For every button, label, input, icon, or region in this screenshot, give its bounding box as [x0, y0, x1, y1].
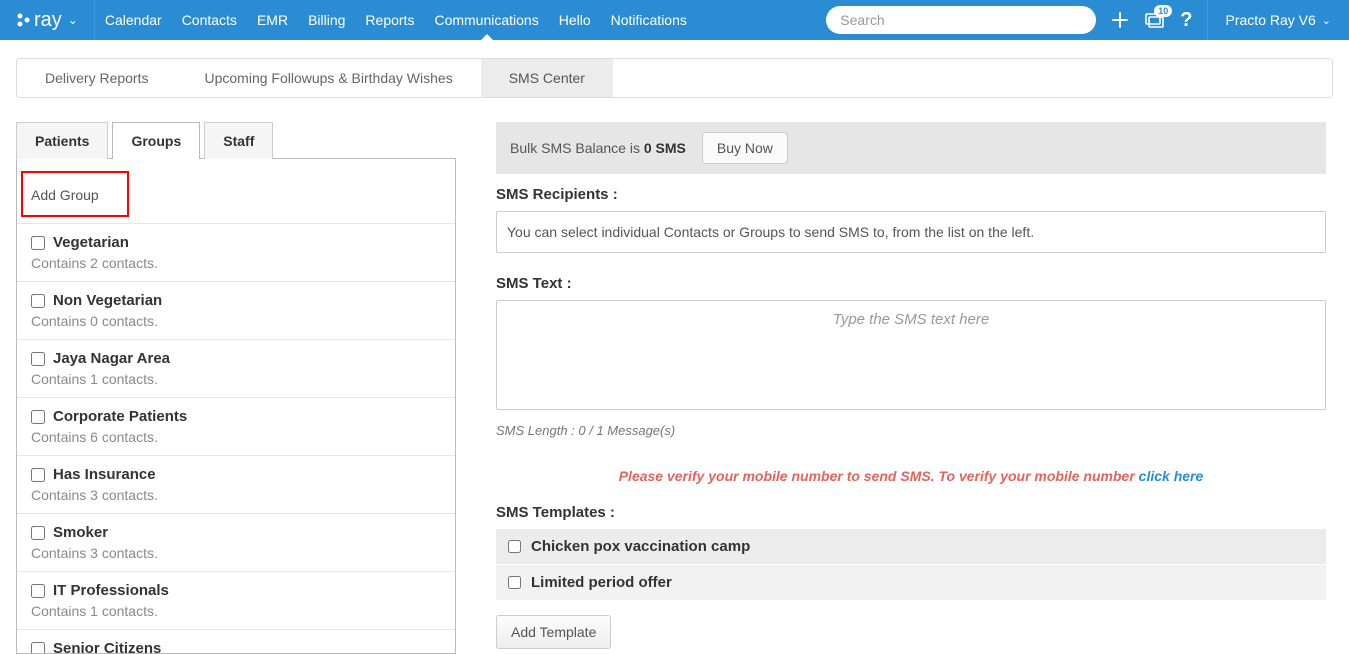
group-item[interactable]: Non Vegetarian Contains 0 contacts.: [17, 282, 455, 340]
top-nav: ray ⌄ CalendarContactsEMRBillingReportsC…: [0, 0, 1349, 40]
nav-links: CalendarContactsEMRBillingReportsCommuni…: [95, 0, 697, 40]
template-name: Limited period offer: [531, 574, 672, 591]
recipient-tab-staff[interactable]: Staff: [204, 122, 273, 159]
group-subtext: Contains 0 contacts.: [31, 313, 443, 329]
group-item[interactable]: Corporate Patients Contains 6 contacts.: [17, 398, 455, 456]
recipients-label: SMS Recipients :: [496, 186, 1326, 203]
template-name: Chicken pox vaccination camp: [531, 538, 750, 555]
template-checkbox[interactable]: [508, 540, 521, 553]
recipient-tab-groups[interactable]: Groups: [112, 122, 200, 159]
nav-link-contacts[interactable]: Contacts: [172, 0, 247, 40]
nav-link-reports[interactable]: Reports: [355, 0, 424, 40]
recipient-tab-patients[interactable]: Patients: [16, 122, 108, 159]
templates-label: SMS Templates :: [496, 504, 1326, 521]
group-name: Smoker: [53, 524, 108, 541]
template-item[interactable]: Chicken pox vaccination camp: [496, 529, 1326, 565]
group-item[interactable]: Jaya Nagar Area Contains 1 contacts.: [17, 340, 455, 398]
practice-name: Practo Ray V6: [1226, 12, 1316, 28]
add-group-label: Add Group: [31, 187, 99, 203]
verify-warning: Please verify your mobile number to send…: [496, 468, 1326, 484]
chevron-down-icon: ⌄: [1322, 14, 1331, 27]
subtabs: Delivery ReportsUpcoming Followups & Bir…: [16, 58, 1333, 98]
group-item[interactable]: Smoker Contains 3 contacts.: [17, 514, 455, 572]
group-checkbox[interactable]: [31, 468, 45, 482]
template-item[interactable]: Limited period offer: [496, 565, 1326, 601]
group-name: Has Insurance: [53, 466, 156, 483]
search-box[interactable]: [826, 6, 1096, 34]
recipient-panel: Add Group Vegetarian Contains 2 contacts.…: [16, 158, 456, 654]
group-checkbox[interactable]: [31, 526, 45, 540]
buy-now-button[interactable]: Buy Now: [702, 132, 788, 164]
balance-text: Bulk SMS Balance is 0 SMS: [510, 140, 686, 156]
group-checkbox[interactable]: [31, 642, 45, 654]
group-name: Vegetarian: [53, 234, 129, 251]
help-icon[interactable]: ?: [1180, 9, 1192, 32]
nav-link-billing[interactable]: Billing: [298, 0, 355, 40]
subtabs-container: Delivery ReportsUpcoming Followups & Bir…: [0, 40, 1349, 98]
main-content: PatientsGroupsStaff Add Group Vegetarian…: [0, 98, 1349, 654]
nav-link-communications[interactable]: Communications: [424, 0, 548, 40]
balance-value: 0 SMS: [644, 140, 686, 156]
brand-logo-icon: [16, 12, 30, 28]
chevron-down-icon: ⌄: [68, 13, 78, 27]
group-subtext: Contains 1 contacts.: [31, 603, 443, 619]
subtab-delivery-reports[interactable]: Delivery Reports: [17, 59, 176, 97]
nav-link-notifications[interactable]: Notifications: [601, 0, 697, 40]
practice-switcher[interactable]: Practo Ray V6 ⌄: [1207, 0, 1349, 40]
left-panel: PatientsGroupsStaff Add Group Vegetarian…: [16, 122, 456, 654]
sms-text-label: SMS Text :: [496, 275, 1326, 292]
group-item[interactable]: Has Insurance Contains 3 contacts.: [17, 456, 455, 514]
group-name: IT Professionals: [53, 582, 169, 599]
subtab-upcoming-followups-birthday-wishes[interactable]: Upcoming Followups & Birthday Wishes: [176, 59, 480, 97]
group-list[interactable]: Vegetarian Contains 2 contacts. Non Vegeta…: [17, 223, 455, 653]
group-item[interactable]: IT Professionals Contains 1 contacts.: [17, 572, 455, 630]
sms-text-input[interactable]: [496, 300, 1326, 410]
group-subtext: Contains 6 contacts.: [31, 429, 443, 445]
group-subtext: Contains 1 contacts.: [31, 371, 443, 387]
add-group-button[interactable]: Add Group: [21, 171, 129, 217]
group-name: Non Vegetarian: [53, 292, 162, 309]
balance-bar: Bulk SMS Balance is 0 SMS Buy Now: [496, 122, 1326, 174]
group-name: Jaya Nagar Area: [53, 350, 170, 367]
right-panel: Bulk SMS Balance is 0 SMS Buy Now SMS Re…: [496, 122, 1326, 654]
balance-prefix: Bulk SMS Balance is: [510, 140, 644, 156]
brand-switcher[interactable]: ray ⌄: [0, 0, 95, 40]
recipient-tabs: PatientsGroupsStaff: [16, 122, 456, 159]
sms-length-info: SMS Length : 0 / 1 Message(s): [496, 423, 1326, 438]
group-checkbox[interactable]: [31, 352, 45, 366]
group-checkbox[interactable]: [31, 584, 45, 598]
subtab-sms-center[interactable]: SMS Center: [481, 59, 613, 97]
brand-name: ray: [34, 9, 62, 32]
verify-link[interactable]: click here: [1139, 468, 1204, 484]
group-checkbox[interactable]: [31, 236, 45, 250]
group-checkbox[interactable]: [31, 410, 45, 424]
nav-link-hello[interactable]: Hello: [549, 0, 601, 40]
group-item[interactable]: Vegetarian Contains 2 contacts.: [17, 224, 455, 282]
nav-link-emr[interactable]: EMR: [247, 0, 298, 40]
recipients-hint-box: You can select individual Contacts or Gr…: [496, 211, 1326, 253]
group-name: Senior Citizens: [53, 640, 161, 653]
group-name: Corporate Patients: [53, 408, 187, 425]
verify-warning-text: Please verify your mobile number to send…: [619, 468, 1139, 484]
template-checkbox[interactable]: [508, 576, 521, 589]
template-list: Chicken pox vaccination camp Limited peri…: [496, 529, 1326, 601]
group-checkbox[interactable]: [31, 294, 45, 308]
nav-link-calendar[interactable]: Calendar: [95, 0, 172, 40]
search-input[interactable]: [840, 12, 1082, 28]
group-subtext: Contains 2 contacts.: [31, 255, 443, 271]
notification-badge: 10: [1154, 5, 1172, 17]
group-subtext: Contains 3 contacts.: [31, 545, 443, 561]
add-template-button[interactable]: Add Template: [496, 615, 611, 649]
queue-icon[interactable]: 10: [1144, 11, 1166, 29]
nav-right: 10 ? Practo Ray V6 ⌄: [826, 0, 1349, 40]
group-subtext: Contains 3 contacts.: [31, 487, 443, 503]
add-icon[interactable]: [1110, 10, 1130, 30]
